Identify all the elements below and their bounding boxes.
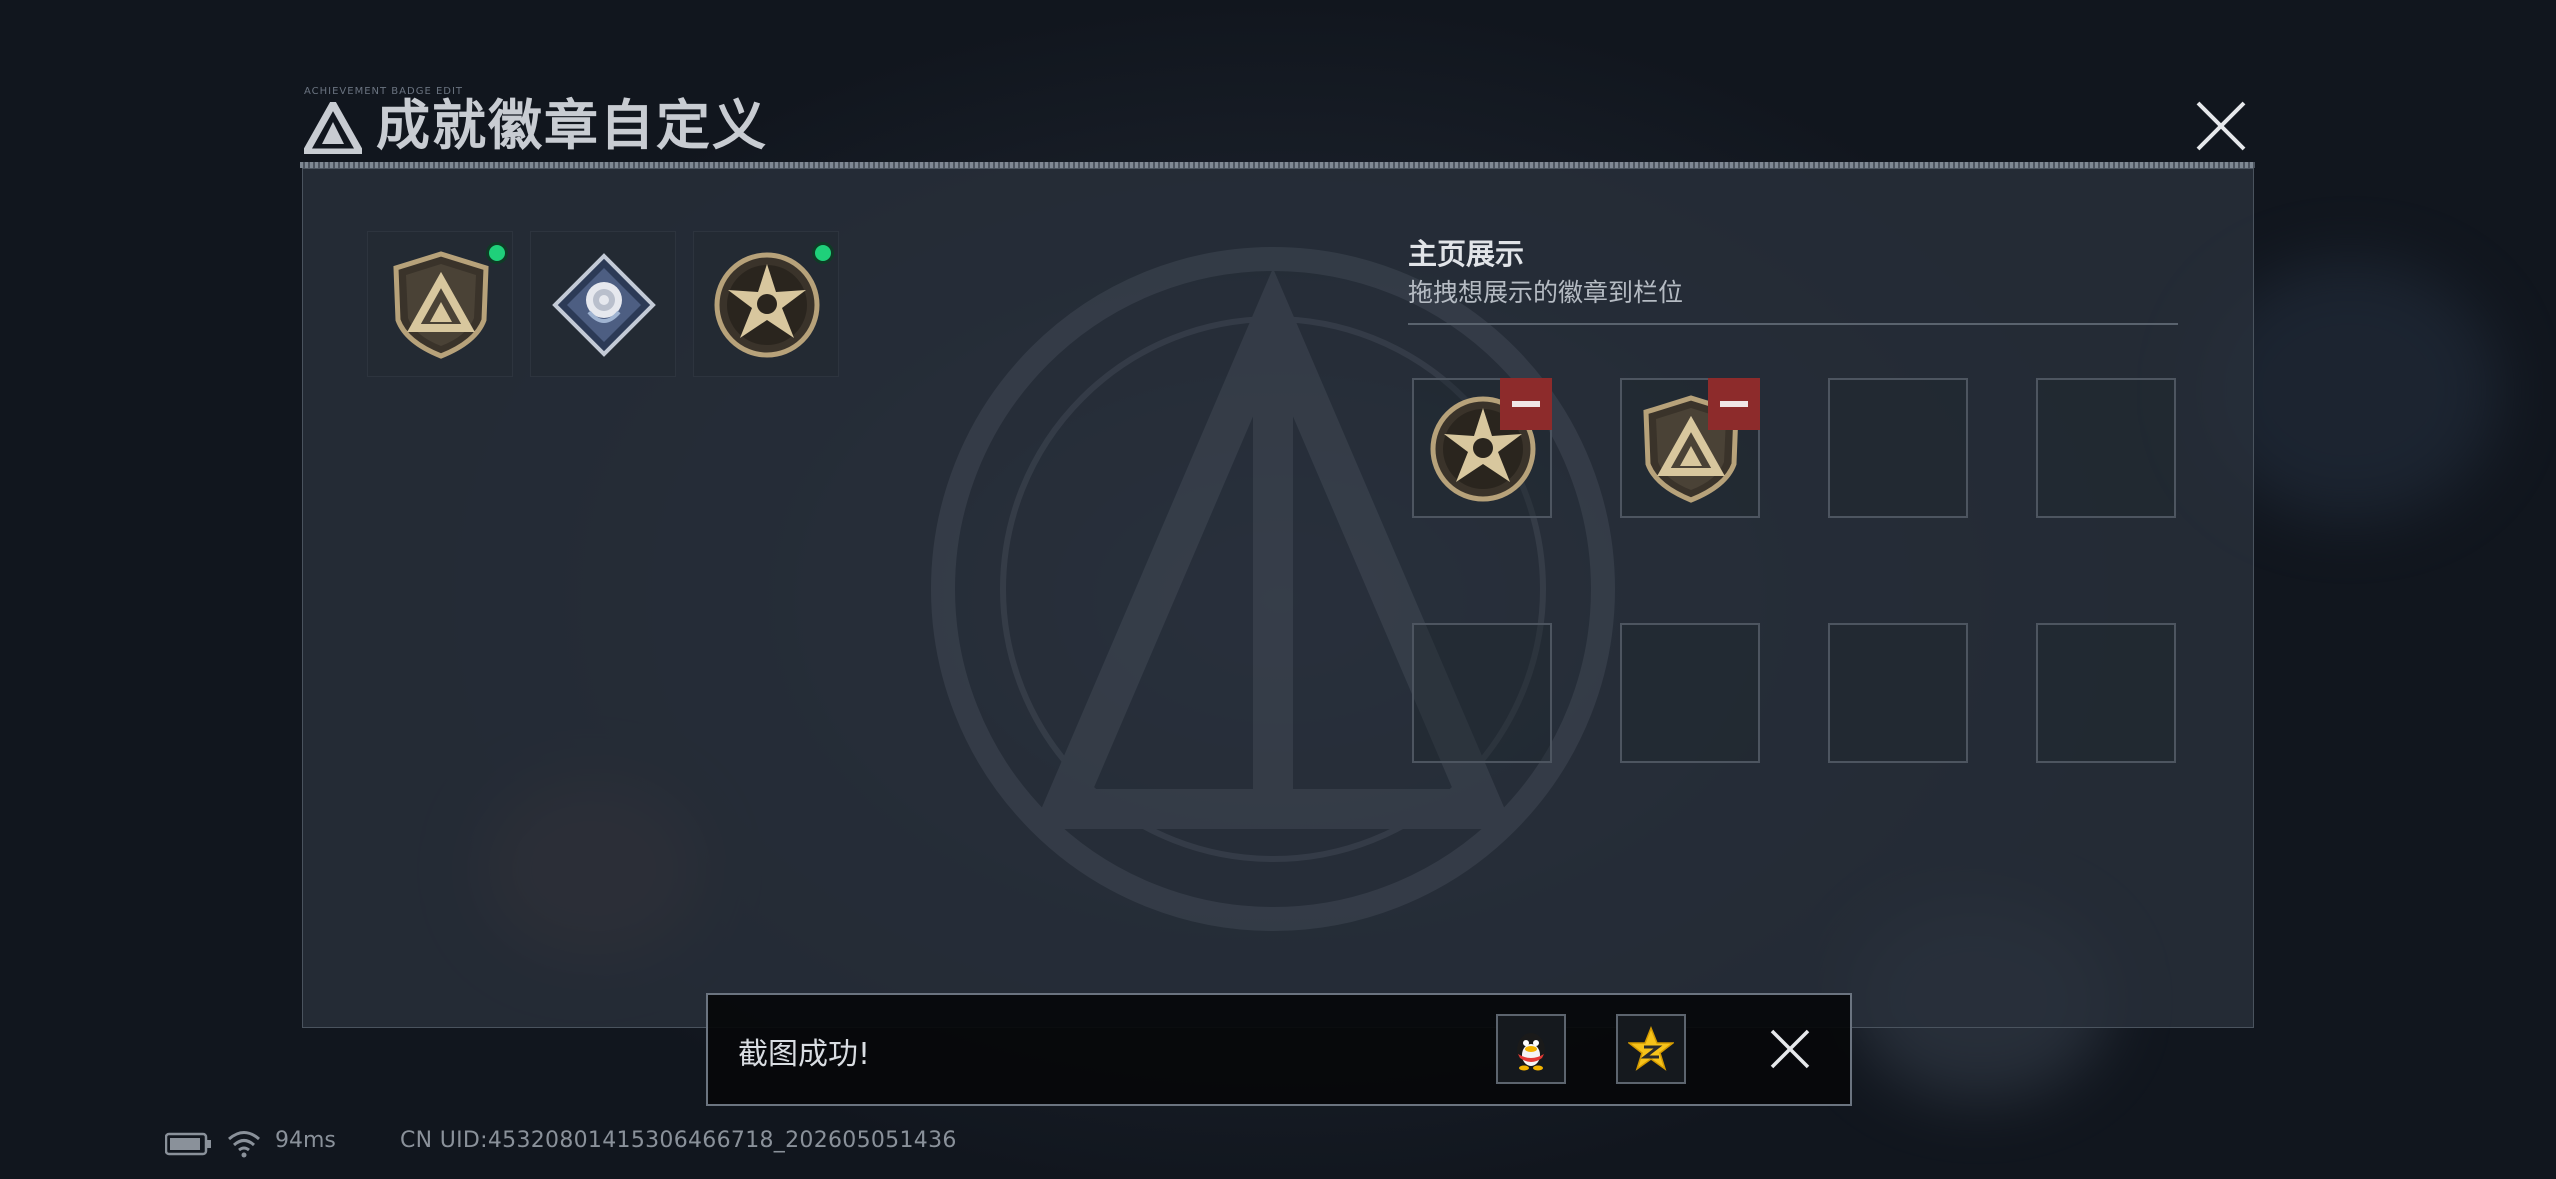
status-bar: 94ms CN UID:45320801415306466718_2026050… <box>165 1126 1065 1162</box>
skull-star-badge-icon <box>714 252 820 358</box>
remove-badge-button[interactable] <box>1708 378 1760 430</box>
showcase-title: 主页展示 <box>1408 237 1525 271</box>
game-screen: ACHIEVEMENT BADGE EDIT 成就徽章自定义 主页展示 拖拽想展… <box>0 0 2556 1179</box>
equipped-indicator <box>812 242 834 264</box>
qzone-star-icon <box>1628 1026 1674 1071</box>
badge-customize-panel: 主页展示 拖拽想展示的徽章到栏位 <box>302 168 2254 1028</box>
equipped-indicator <box>486 242 508 264</box>
inventory-badge-slot[interactable] <box>530 231 676 377</box>
empty-display-slot[interactable] <box>1620 623 1760 763</box>
screenshot-toast: 截图成功! <box>706 993 1852 1106</box>
share-qzone-button[interactable] <box>1616 1014 1686 1084</box>
display-slot[interactable] <box>1412 378 1552 518</box>
dialog-title: 成就徽章自定义 <box>376 94 768 157</box>
close-icon[interactable] <box>1768 1027 1812 1071</box>
inventory-badge-slot[interactable] <box>693 231 839 377</box>
share-qq-button[interactable] <box>1496 1014 1566 1084</box>
battery-icon <box>165 1132 211 1156</box>
close-icon[interactable] <box>2190 95 2252 157</box>
empty-display-slot[interactable] <box>1828 378 1968 518</box>
qq-penguin-icon <box>1517 1033 1545 1071</box>
user-uid: CN UID:45320801415306466718_202605051436 <box>400 1128 957 1153</box>
rose-diamond-badge-icon <box>552 253 656 357</box>
empty-display-slot[interactable] <box>2036 623 2176 763</box>
empty-display-slot[interactable] <box>2036 378 2176 518</box>
display-slot[interactable] <box>1620 378 1760 518</box>
showcase-hint: 拖拽想展示的徽章到栏位 <box>1408 278 1684 307</box>
empty-display-slot[interactable] <box>1828 623 1968 763</box>
dialog-header: ACHIEVEMENT BADGE EDIT 成就徽章自定义 <box>300 86 2255 168</box>
ping-readout: 94ms <box>275 1128 336 1153</box>
remove-badge-button[interactable] <box>1500 378 1552 430</box>
game-logo-icon <box>304 102 362 154</box>
showcase-divider <box>1408 323 2178 325</box>
empty-display-slot[interactable] <box>1412 623 1552 763</box>
wifi-icon <box>228 1131 260 1158</box>
toast-message: 截图成功! <box>738 1037 871 1072</box>
inventory-badge-slot[interactable] <box>367 231 513 377</box>
triangle-shield-badge-icon <box>393 251 489 359</box>
